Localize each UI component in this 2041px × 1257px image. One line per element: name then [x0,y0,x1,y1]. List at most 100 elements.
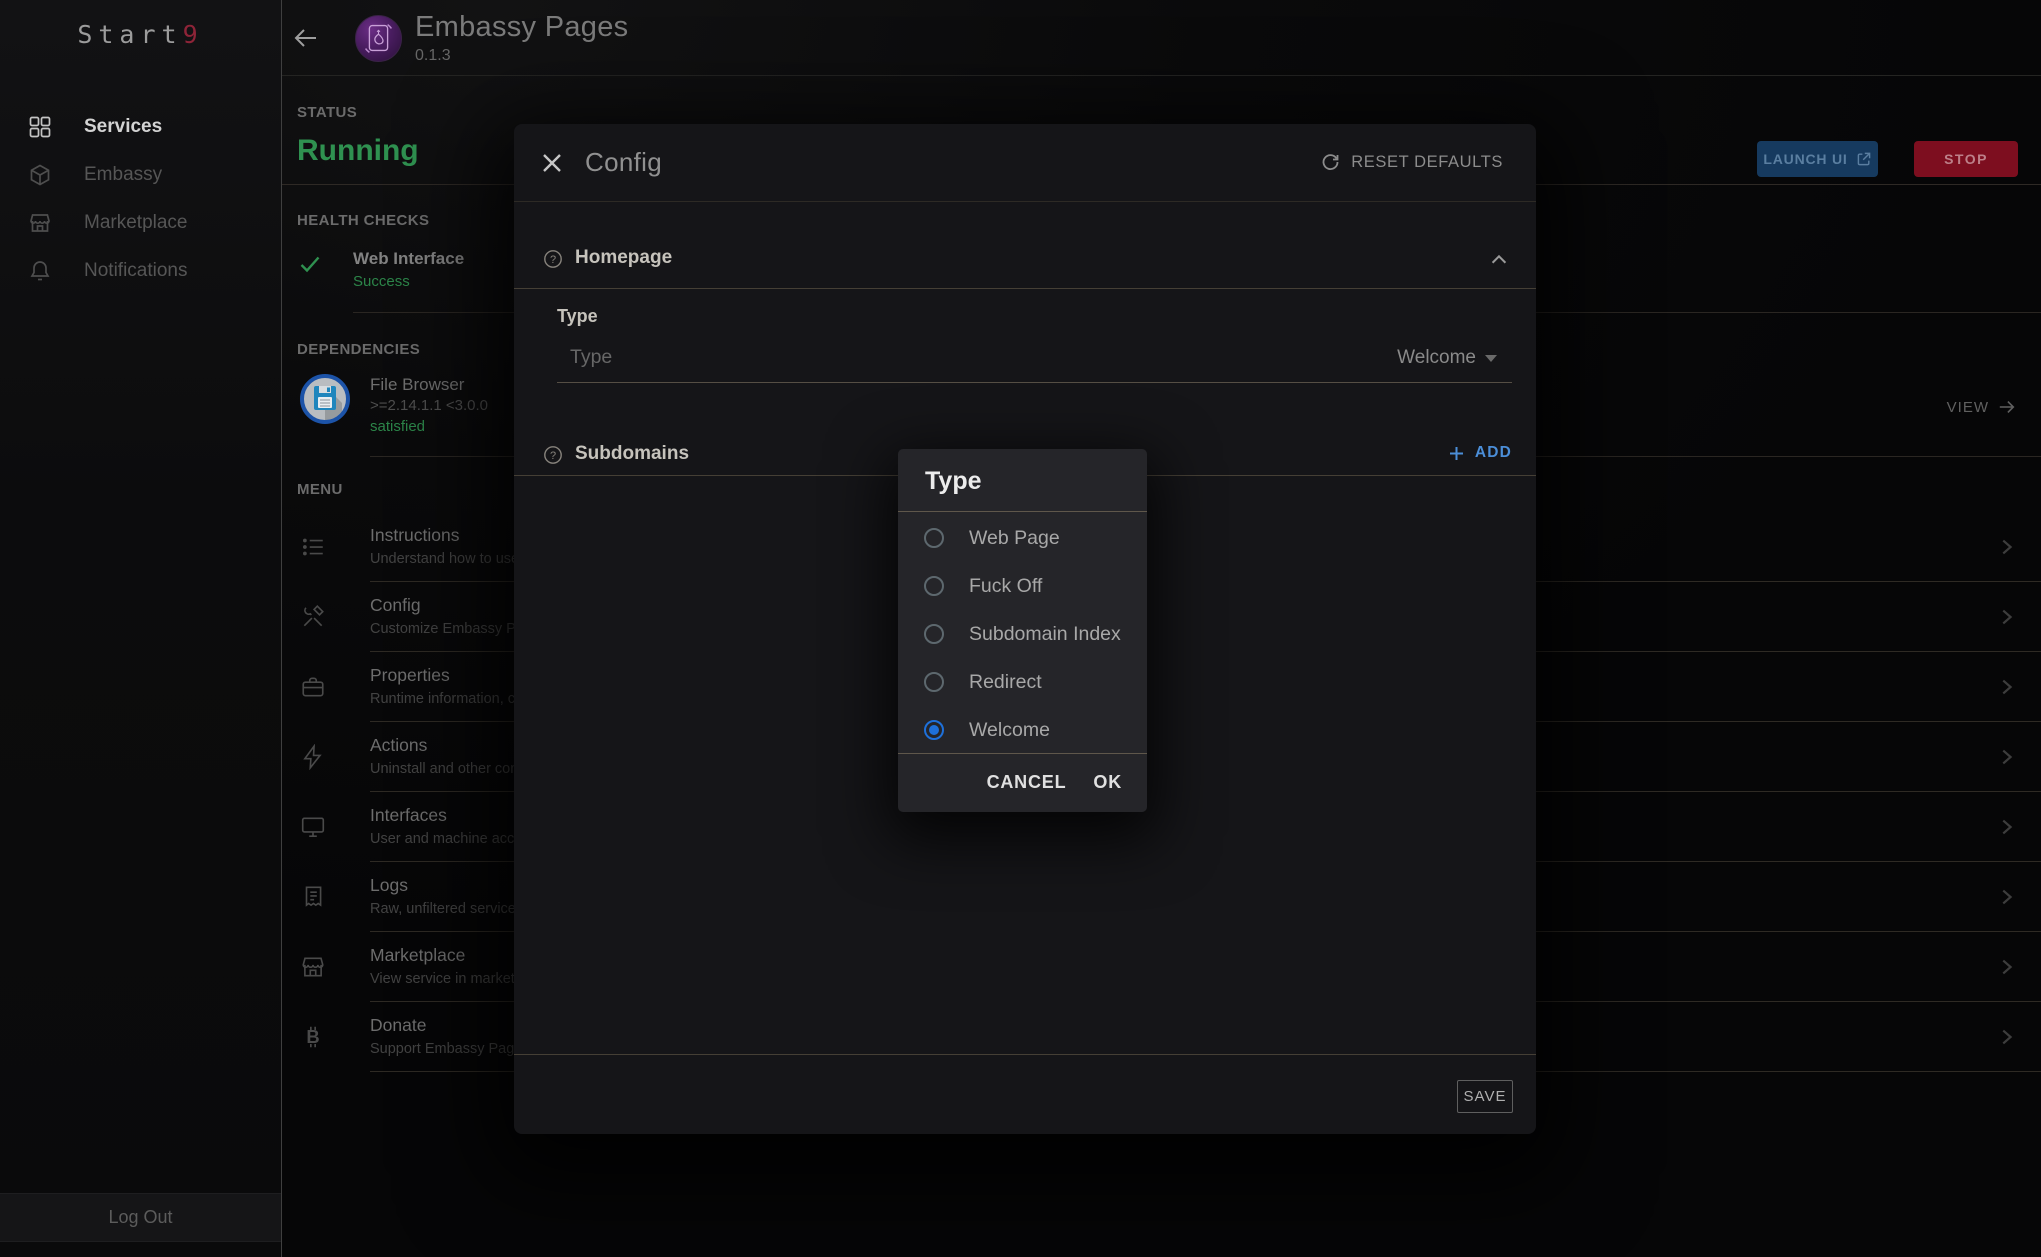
service-app-icon [355,15,402,62]
radio-option-label: Welcome [969,719,1050,742]
health-checks-heading: HEALTH CHECKS [297,212,429,229]
logout-button[interactable]: Log Out [0,1193,281,1242]
chevron-right-icon [1995,816,2017,838]
service-title: Embassy Pages [415,11,628,44]
view-label: VIEW [1947,399,1989,416]
back-button[interactable] [292,24,320,52]
radio-option-welcome[interactable]: Welcome [898,706,1147,754]
menu-item-label: Marketplace [370,945,465,966]
chevron-right-icon [1995,536,2017,558]
svg-text:?: ? [550,254,556,266]
list-icon [300,534,326,560]
dependency-view-link[interactable]: VIEW [1947,398,2016,416]
grid-icon [28,115,52,139]
receipt-icon [300,884,326,910]
menu-heading: MENU [297,481,343,498]
cancel-button[interactable]: CANCEL [987,772,1067,793]
radio-circle-icon [924,624,944,644]
close-icon[interactable] [541,152,563,174]
sidebar-item-services[interactable]: Services [0,103,281,151]
type-dialog-footer: CANCEL OK [898,753,1147,812]
flash-icon [300,744,326,770]
svg-text:?: ? [550,450,556,462]
start9-logo: Start9 [0,20,281,49]
storefront-icon [300,954,326,980]
stop-label: STOP [1944,151,1988,167]
ok-button[interactable]: OK [1093,772,1122,793]
desktop-icon [300,814,326,840]
menu-item-label: Interfaces [370,805,447,826]
homepage-section-title: Homepage [575,247,672,269]
external-link-icon [1856,151,1872,167]
sidebar-item-label: Embassy [84,164,162,186]
type-dialog-title: Type [925,467,982,496]
arrow-forward-icon [1998,398,2016,416]
radio-option-label: Redirect [969,671,1042,694]
type-options-list: Web Page Fuck Off Subdomain Index Redire… [898,514,1147,754]
radio-option-subdomain-index[interactable]: Subdomain Index [898,610,1147,658]
chevron-right-icon [1995,956,2017,978]
sidebar-item-embassy[interactable]: Embassy [0,151,281,199]
checkmark-icon [298,252,322,276]
sidebar-item-label: Notifications [84,260,188,282]
radio-selected-icon [924,720,944,740]
sidebar-item-label: Marketplace [84,212,188,234]
radio-option-fuck-off[interactable]: Fuck Off [898,562,1147,610]
menu-item-label: Donate [370,1015,426,1036]
config-modal-title: Config [585,147,662,178]
plus-icon [1448,445,1465,462]
menu-item-label: Config [370,595,421,616]
status-value: Running [297,134,419,168]
type-group-label: Type [557,306,598,327]
menu-item-label: Actions [370,735,427,756]
radio-option-web-page[interactable]: Web Page [898,514,1147,562]
chevron-up-icon[interactable] [1488,249,1510,271]
cube-icon [28,163,52,187]
briefcase-icon [300,674,326,700]
logo-prefix: Start [77,20,182,49]
homepage-section-header[interactable]: ? Homepage [514,244,1536,280]
dependency-status: satisfied [370,418,425,435]
menu-item-label: Properties [370,665,450,686]
reset-defaults-button[interactable]: RESET DEFAULTS [1320,152,1503,172]
sidebar-item-label: Services [84,116,162,138]
onion-page-glyph [356,16,401,61]
chevron-right-icon [1995,746,2017,768]
logout-label: Log Out [108,1207,172,1228]
type-select-value: Welcome [1397,347,1476,369]
health-check-result: Success [353,273,410,290]
launch-ui-label: LAUNCH UI [1763,151,1847,167]
health-check-name: Web Interface [353,249,464,269]
chevron-right-icon [1995,676,2017,698]
service-version: 0.1.3 [415,47,451,65]
type-select[interactable]: Welcome [1397,347,1497,369]
divider [514,288,1536,289]
chevron-right-icon [1995,606,2017,628]
launch-ui-button[interactable]: LAUNCH UI [1757,141,1878,177]
floppy-disk-glyph [304,378,346,420]
tools-icon [300,604,326,630]
add-subdomain-button[interactable]: ADD [1448,444,1512,462]
reset-defaults-label: RESET DEFAULTS [1351,153,1503,172]
stop-button[interactable]: STOP [1914,141,2018,177]
menu-item-description: Support Embassy Pages [370,1041,530,1057]
sidebar-item-marketplace[interactable]: Marketplace [0,199,281,247]
divider [898,511,1147,512]
field-underline [557,382,1512,383]
type-dialog: Type Web Page Fuck Off Subdomain Index R… [898,449,1147,812]
sidebar-item-notifications[interactable]: Notifications [0,247,281,295]
help-circle-icon: ? [543,445,563,465]
type-field-placeholder: Type [570,346,612,369]
svg-text:B: B [306,1026,319,1047]
arrow-back-icon [292,24,320,52]
refresh-icon [1320,152,1340,172]
app-window: Start9 Services Embassy Marketplace Noti… [0,0,2041,1257]
save-button[interactable]: SAVE [1457,1080,1513,1113]
bell-icon [28,259,52,283]
radio-option-label: Subdomain Index [969,623,1121,646]
radio-option-redirect[interactable]: Redirect [898,658,1147,706]
dependency-version: >=2.14.1.1 <3.0.0 [370,397,488,414]
storefront-icon [28,211,52,235]
subdomains-section-title: Subdomains [575,443,689,465]
bitcoin-icon: B [300,1024,326,1050]
